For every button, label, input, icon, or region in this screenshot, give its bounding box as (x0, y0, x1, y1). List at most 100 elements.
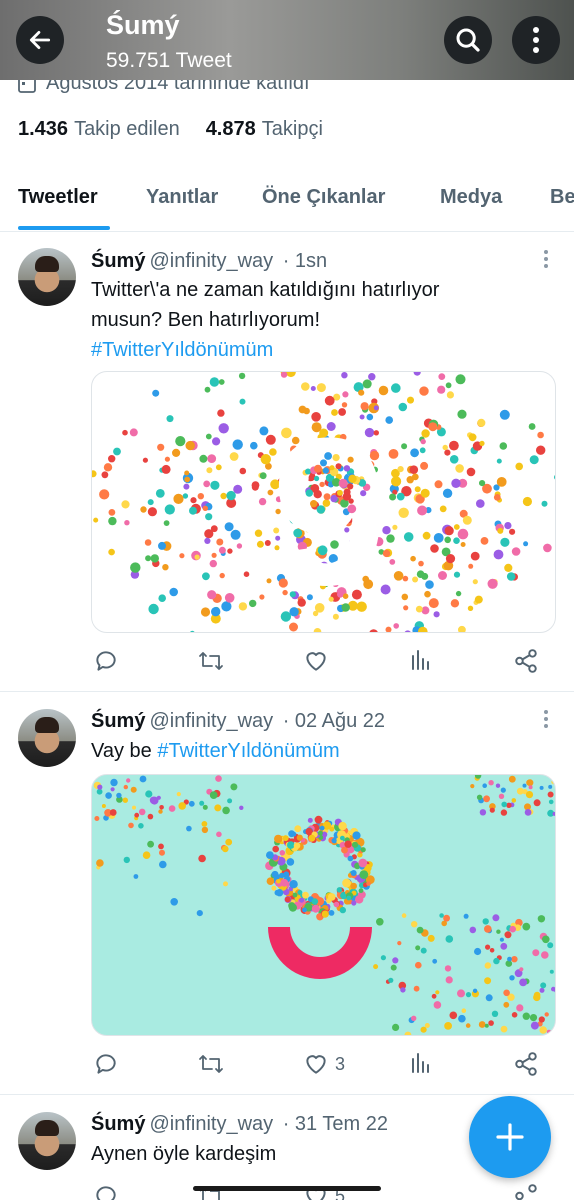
confetti-dot (201, 826, 209, 834)
confetti-dot (224, 593, 235, 603)
like-count: 3 (335, 1053, 346, 1074)
search-button[interactable] (444, 16, 492, 64)
confetti-dot (292, 892, 298, 898)
following-link[interactable]: 1.436 Takip edilen (18, 118, 180, 141)
confetti-dot (541, 500, 548, 507)
author-handle: @infinity_way (149, 250, 274, 272)
share-button[interactable] (513, 648, 539, 674)
tweet-image[interactable]: 9 (91, 371, 556, 633)
confetti-dot (397, 941, 402, 946)
confetti-dot (366, 881, 371, 886)
avatar[interactable] (18, 709, 76, 767)
confetti-dot (496, 929, 501, 934)
confetti-dot (420, 1026, 427, 1033)
hashtag-link[interactable]: #TwitterYıldönümüm (91, 335, 511, 365)
views-button[interactable] (409, 1051, 433, 1075)
confetti-dot (311, 904, 320, 913)
retweet-button[interactable] (197, 648, 225, 674)
confetti-dot (358, 858, 368, 868)
tab-media[interactable]: Medya (440, 186, 502, 209)
confetti-dot (392, 1023, 400, 1031)
tweet-more-button[interactable] (544, 710, 548, 731)
hashtag-link[interactable]: #TwitterYıldönümüm (157, 740, 339, 762)
tab-tweets[interactable]: Tweetler (18, 186, 98, 209)
confetti-dot (484, 1023, 489, 1028)
like-button[interactable] (303, 648, 335, 674)
tweet-item[interactable]: Śumý @infinity_way · 1sn Twitter\'a ne za… (0, 233, 574, 692)
confetti-dot (511, 798, 517, 803)
confetti-dot (336, 489, 343, 496)
confetti-dot (444, 536, 452, 544)
confetti-dot (209, 791, 218, 799)
author-handle: @infinity_way (149, 710, 274, 732)
confetti-dot (457, 989, 465, 998)
confetti-dot (526, 779, 533, 786)
reply-button[interactable] (93, 1051, 119, 1077)
like-button[interactable]: 3 (303, 1051, 345, 1077)
tweet-image[interactable]: 8 (91, 774, 556, 1036)
back-button[interactable] (16, 16, 64, 64)
confetti-dot (216, 538, 224, 546)
confetti-dot (396, 492, 405, 501)
confetti-dot (239, 805, 244, 810)
confetti-dot (138, 808, 146, 816)
confetti-dot (420, 488, 430, 498)
confetti-dot (463, 913, 469, 919)
compose-tweet-button[interactable] (469, 1096, 551, 1178)
author-name[interactable]: Śumý (91, 1113, 145, 1135)
confetti-dot (198, 854, 206, 863)
tab-highlights[interactable]: Öne Çıkanlar (262, 186, 385, 209)
reply-button[interactable] (93, 648, 119, 674)
avatar[interactable] (18, 1112, 76, 1170)
confetti-dot (259, 472, 267, 480)
confetti-dot (450, 599, 460, 608)
share-button[interactable] (513, 1183, 539, 1200)
followers-link[interactable]: 4.878 Takipçi (206, 118, 323, 141)
confetti-dot (435, 990, 440, 995)
confetti-dot (420, 438, 426, 445)
confetti-dot (483, 795, 490, 803)
avatar[interactable] (18, 248, 76, 306)
tab-likes[interactable]: Be (550, 186, 574, 209)
share-button[interactable] (513, 1051, 539, 1077)
confetti-dot (159, 860, 167, 869)
confetti-dot (484, 925, 492, 933)
confetti-dot (249, 599, 257, 608)
confetti-dot (99, 489, 110, 500)
confetti-dot (338, 821, 347, 831)
author-name[interactable]: Śumý (91, 250, 145, 272)
vertical-dots-icon (533, 27, 539, 53)
confetti-dot (142, 851, 151, 859)
confetti-dot (319, 481, 325, 488)
followers-count: 4.878 (205, 118, 256, 140)
confetti-dot (444, 965, 452, 972)
confetti-dot (416, 926, 424, 934)
confetti-dot (489, 807, 495, 813)
retweet-button[interactable] (197, 1051, 225, 1077)
more-options-button[interactable] (512, 16, 560, 64)
confetti-dot (445, 935, 454, 943)
confetti-dot (437, 385, 446, 394)
tab-replies[interactable]: Yanıtlar (146, 186, 218, 209)
reply-button[interactable] (93, 1183, 119, 1200)
tweet-more-button[interactable] (544, 250, 548, 271)
analytics-icon (412, 1053, 429, 1073)
confetti-dot (215, 464, 222, 471)
views-button[interactable] (409, 648, 433, 672)
confetti-dot (147, 499, 154, 506)
confetti-dot (251, 481, 260, 489)
confetti-dot (110, 778, 118, 787)
confetti-dot (161, 464, 171, 474)
confetti-dot (97, 784, 103, 790)
confetti-dot (279, 872, 285, 879)
confetti-nine-image: 9 (92, 372, 555, 632)
tweet-item[interactable]: Śumý @infinity_way · 02 Ağu 22 Vay be #Tw… (0, 692, 574, 1095)
confetti-dot (266, 877, 275, 885)
confetti-dot (402, 575, 409, 582)
confetti-dot (314, 464, 322, 473)
confetti-dot (221, 601, 232, 612)
author-name[interactable]: Śumý (91, 710, 145, 732)
confetti-dot (260, 454, 271, 465)
confetti-dot (439, 913, 444, 918)
confetti-dot (158, 541, 166, 550)
